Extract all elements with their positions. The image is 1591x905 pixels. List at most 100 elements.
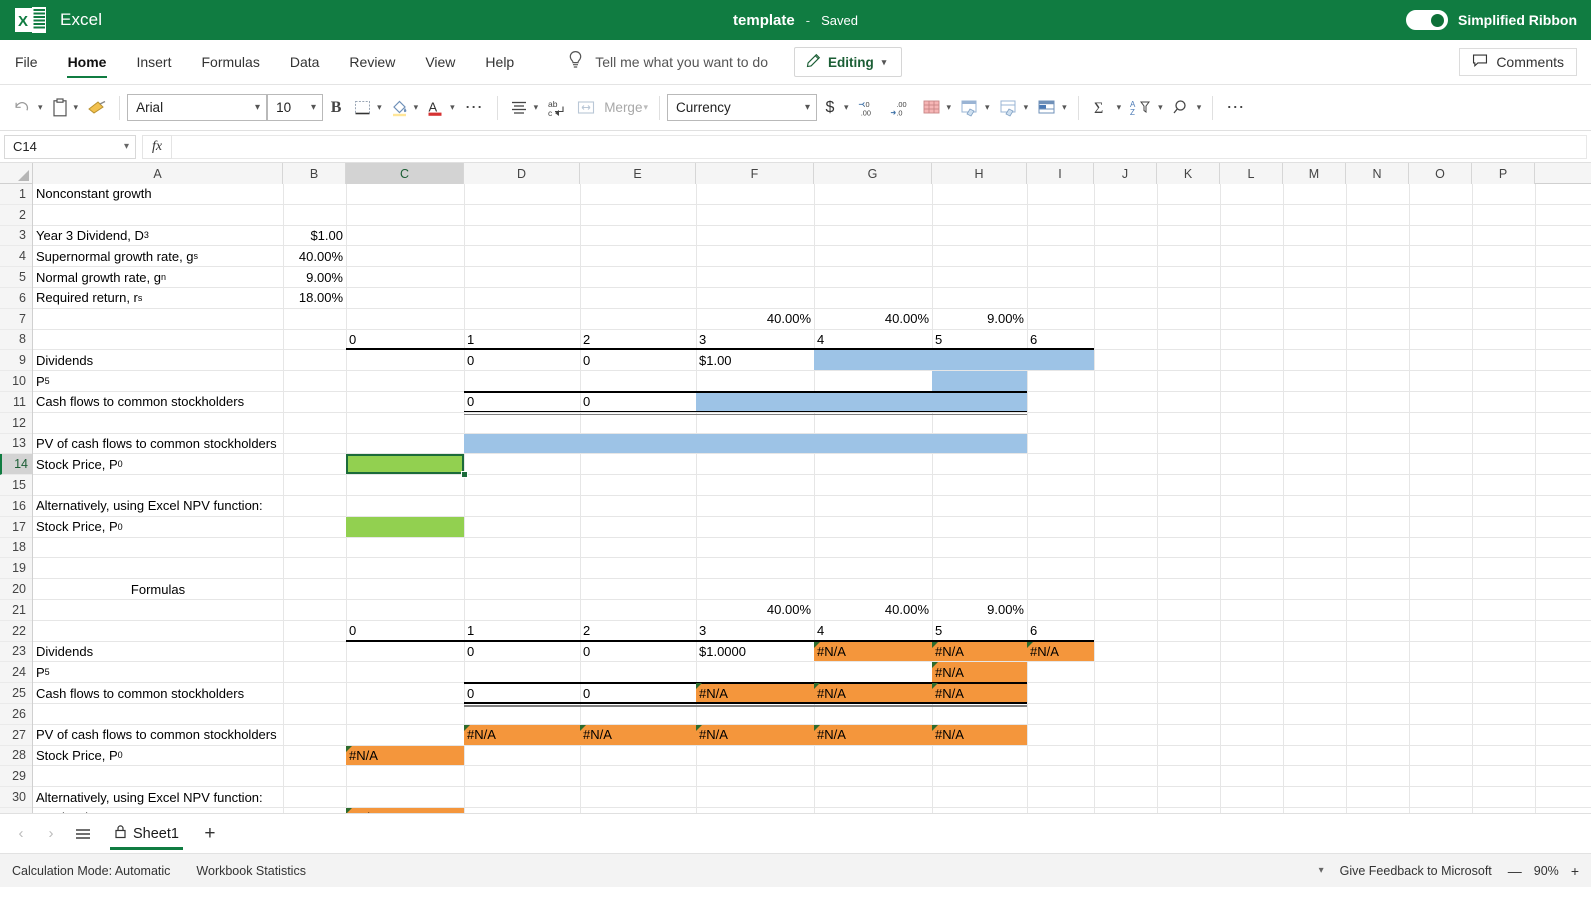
cell-G25[interactable]: #N/A [814, 683, 932, 703]
select-all-corner[interactable] [0, 163, 33, 183]
cell-B3[interactable]: $1.00 [283, 226, 346, 246]
cell-F21[interactable]: 40.00% [696, 600, 814, 620]
row-header-29[interactable]: 29 [0, 766, 32, 788]
row-header-16[interactable]: 16 [0, 496, 32, 517]
conditional-formatting-chevron-down-icon[interactable]: ▾ [946, 102, 956, 113]
column-header-m[interactable]: M [1283, 163, 1346, 184]
fill-color-icon[interactable] [386, 93, 413, 123]
column-header-j[interactable]: J [1094, 163, 1157, 184]
column-header-k[interactable]: K [1157, 163, 1220, 184]
search-icon[interactable] [1167, 93, 1196, 123]
row-header-27[interactable]: 27 [0, 725, 32, 746]
wrap-text-icon[interactable]: ab c [542, 93, 572, 123]
column-header-c[interactable]: C [346, 163, 464, 184]
cell-D11[interactable]: 0 [464, 392, 580, 412]
font-more-options-icon[interactable]: ⋯ [459, 97, 490, 118]
ribbon-tab-help[interactable]: Help [470, 40, 529, 84]
row-header-31[interactable]: 31 [0, 808, 32, 813]
currency-format-icon[interactable]: $ [817, 93, 843, 123]
cell-G23[interactable]: #N/A [814, 642, 932, 662]
cell-D9[interactable]: 0 [464, 350, 580, 370]
cell-A11[interactable]: Cash flows to common stockholders [33, 392, 283, 412]
column-header-n[interactable]: N [1346, 163, 1409, 184]
font-color-chevron-down-icon[interactable]: ▾ [449, 102, 459, 113]
align-chevron-down-icon[interactable]: ▾ [533, 102, 543, 113]
row-header-8[interactable]: 8 [0, 330, 32, 351]
ribbon-tab-file[interactable]: File [0, 40, 53, 84]
cell-D8[interactable]: 1 [464, 330, 580, 350]
cell-A3[interactable]: Year 3 Dividend, D3 [33, 226, 283, 246]
cell-F22[interactable]: 3 [696, 621, 814, 641]
cell-C22[interactable]: 0 [346, 621, 464, 641]
column-header-e[interactable]: E [580, 163, 696, 184]
cell-F23[interactable]: $1.0000 [696, 642, 814, 662]
ribbon-more-options-icon[interactable]: ⋯ [1220, 97, 1251, 118]
cell-A1[interactable]: Nonconstant growth [33, 184, 283, 204]
ribbon-tab-data[interactable]: Data [275, 40, 335, 84]
row-header-25[interactable]: 25 [0, 683, 32, 704]
insert-cells-chevron-down-icon[interactable]: ▾ [1061, 102, 1071, 113]
sort-filter-chevron-down-icon[interactable]: ▾ [1157, 102, 1167, 113]
cell-A13[interactable]: PV of cash flows to common stockholders [33, 434, 283, 454]
cell-A16[interactable]: Alternatively, using Excel NPV function: [33, 496, 283, 516]
row-header-3[interactable]: 3 [0, 226, 32, 247]
column-header-g[interactable]: G [814, 163, 932, 184]
cell-F25[interactable]: #N/A [696, 683, 814, 703]
zoom-in-button[interactable]: + [1571, 863, 1579, 879]
row-header-12[interactable]: 12 [0, 413, 32, 434]
insert-cells-icon[interactable] [1032, 93, 1061, 123]
row-header-15[interactable]: 15 [0, 475, 32, 496]
cell-G8[interactable]: 4 [814, 330, 932, 350]
tell-me-box[interactable]: Tell me what you want to do [567, 50, 768, 74]
format-as-table-chevron-down-icon[interactable]: ▾ [984, 102, 994, 113]
save-status[interactable]: Saved [821, 13, 858, 28]
row-header-4[interactable]: 4 [0, 246, 32, 268]
cell-B4[interactable]: 40.00% [283, 246, 346, 266]
autosum-sigma-icon[interactable]: Σ [1086, 93, 1116, 123]
format-painter-icon[interactable] [82, 93, 112, 123]
row-header-21[interactable]: 21 [0, 600, 32, 621]
active-cell-selection[interactable] [346, 454, 464, 475]
add-sheet-button[interactable]: + [195, 821, 225, 847]
cell-F9[interactable]: $1.00 [696, 350, 814, 370]
comments-button[interactable]: Comments [1459, 48, 1577, 76]
cell-D22[interactable]: 1 [464, 621, 580, 641]
cell-A6[interactable]: Required return, rs [33, 288, 283, 308]
bold-button[interactable]: B [323, 93, 349, 123]
increase-decimal-icon[interactable]: .00 .0 [885, 93, 917, 123]
ribbon-tab-view[interactable]: View [410, 40, 470, 84]
cell-I22[interactable]: 6 [1027, 621, 1094, 641]
column-header-d[interactable]: D [464, 163, 580, 184]
cell-G22[interactable]: 4 [814, 621, 932, 641]
row-header-17[interactable]: 17 [0, 517, 32, 538]
cell-A17[interactable]: Stock Price, P0 [33, 517, 283, 537]
cell-A10[interactable]: P5 [33, 371, 283, 391]
cell-G7[interactable]: 40.00% [814, 309, 932, 329]
insert-function-icon[interactable]: fx [142, 134, 172, 159]
align-icon[interactable] [505, 93, 533, 123]
row-header-24[interactable]: 24 [0, 662, 32, 684]
column-header-i[interactable]: I [1027, 163, 1094, 184]
formula-input[interactable] [172, 134, 1587, 159]
undo-icon[interactable] [8, 93, 37, 123]
row-header-5[interactable]: 5 [0, 267, 32, 288]
cell-E8[interactable]: 2 [580, 330, 696, 350]
cell-A20[interactable]: Formulas [33, 579, 283, 599]
cell-C31[interactable]: #N/A [346, 808, 464, 813]
cell-F27[interactable]: #N/A [696, 725, 814, 745]
calculation-mode-status[interactable]: Calculation Mode: Automatic [12, 864, 170, 878]
cell-B6[interactable]: 18.00% [283, 288, 346, 308]
name-box[interactable]: C14 ▾ [4, 134, 136, 159]
cell-styles-icon[interactable] [994, 93, 1023, 123]
number-format-select[interactable]: Currency ▾ [666, 94, 817, 121]
row-header-26[interactable]: 26 [0, 704, 32, 725]
conditional-formatting-icon[interactable] [917, 93, 946, 123]
font-color-icon[interactable]: A [422, 93, 449, 123]
font-name-select[interactable]: Arial ▾ [127, 94, 268, 121]
cell-H27[interactable]: #N/A [932, 725, 1027, 745]
cell-A5[interactable]: Normal growth rate, gn [33, 267, 283, 287]
cell-I8[interactable]: 6 [1027, 330, 1094, 350]
cell-A27[interactable]: PV of cash flows to common stockholders [33, 725, 283, 745]
fill-color-chevron-down-icon[interactable]: ▾ [413, 102, 423, 113]
fill-handle[interactable] [461, 471, 468, 479]
